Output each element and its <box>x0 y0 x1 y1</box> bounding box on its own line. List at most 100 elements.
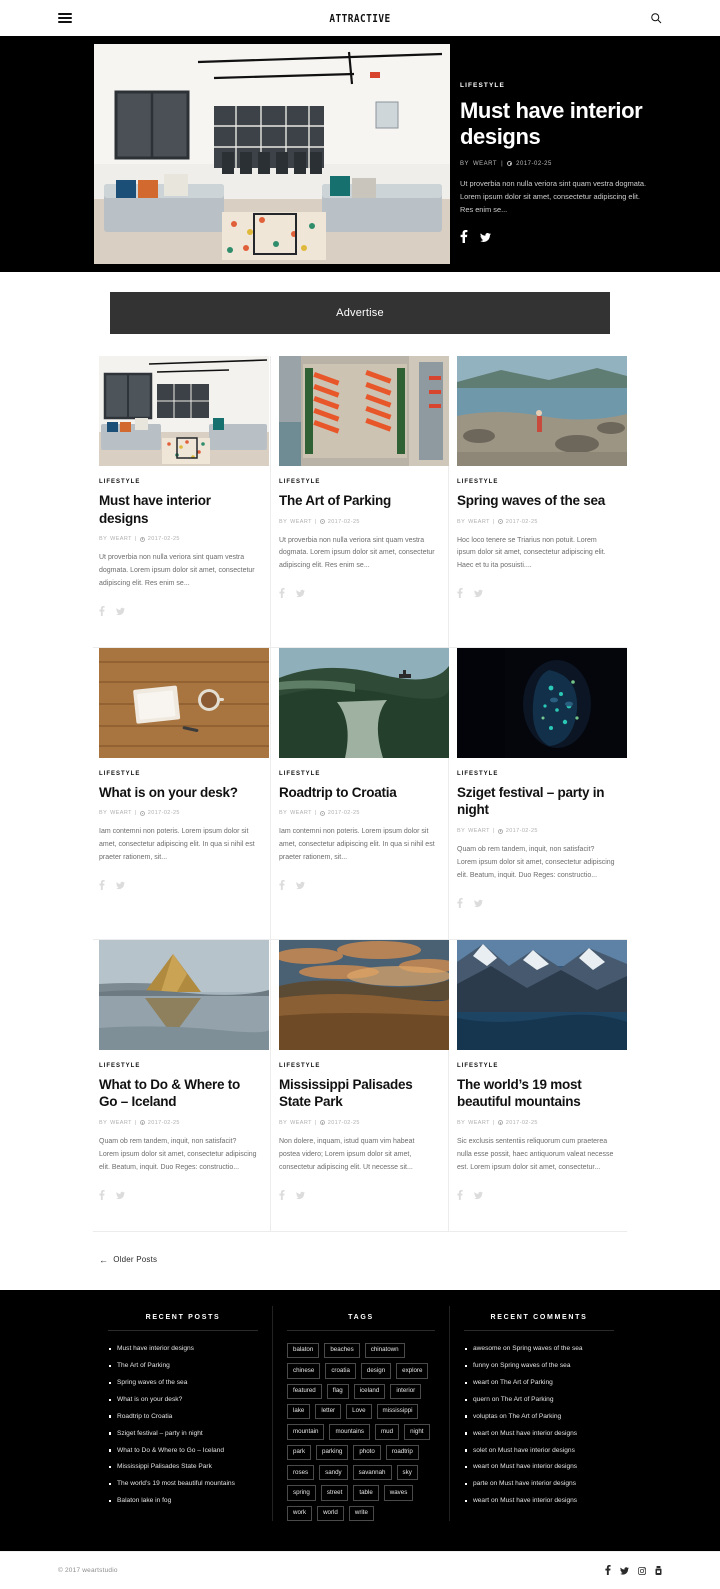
recent-post-item[interactable]: Spring waves of the sea <box>108 1375 258 1392</box>
post-author[interactable]: WEART <box>468 1120 490 1126</box>
tag-item[interactable]: interior <box>390 1383 422 1399</box>
tag-item[interactable]: flag <box>326 1383 349 1399</box>
tag-item[interactable]: mississippi <box>376 1403 419 1420</box>
post-title[interactable]: Roadtrip to Croatia <box>279 784 436 802</box>
post-thumbnail[interactable] <box>99 356 269 466</box>
older-posts-link[interactable]: ← Older Posts <box>99 1255 157 1265</box>
facebook-icon[interactable] <box>279 877 285 895</box>
post-author[interactable]: WEART <box>468 828 490 834</box>
post-thumbnail[interactable] <box>457 939 627 1050</box>
post-category[interactable]: LIFESTYLE <box>457 771 615 777</box>
tag-item[interactable]: photo <box>353 1444 381 1461</box>
facebook-icon[interactable] <box>99 603 105 621</box>
site-brand-title[interactable]: ATTRACTIVE <box>50 12 669 25</box>
tag-item[interactable]: explore <box>396 1363 429 1379</box>
tag-item[interactable]: beaches <box>324 1342 360 1359</box>
recent-post-item[interactable]: Must have interior designs <box>108 1341 258 1358</box>
recent-post-item[interactable]: The world’s 19 most beautiful mountains <box>108 1476 258 1493</box>
hero-image[interactable] <box>94 44 450 264</box>
tag-item[interactable]: write <box>348 1505 374 1522</box>
post-title[interactable]: Sziget festival – party in night <box>457 784 615 819</box>
recent-comment-item[interactable]: weart on The Art of Parking <box>464 1375 614 1392</box>
recent-comment-item[interactable]: weart on Must have interior designs <box>464 1459 614 1476</box>
facebook-icon[interactable] <box>99 877 105 895</box>
post-title[interactable]: Mississippi Palisades State Park <box>279 1076 436 1111</box>
post-category[interactable]: LIFESTYLE <box>99 771 258 777</box>
tag-item[interactable]: mud <box>375 1424 400 1440</box>
facebook-icon[interactable] <box>457 895 463 913</box>
tag-item[interactable]: table <box>353 1485 379 1501</box>
twitter-icon[interactable] <box>296 585 305 603</box>
tag-item[interactable]: parking <box>316 1444 349 1461</box>
recent-comment-item[interactable]: parte on Must have interior designs <box>464 1476 614 1493</box>
recent-comment-item[interactable]: weart on Must have interior designs <box>464 1493 614 1510</box>
twitter-icon[interactable] <box>116 877 125 895</box>
tag-item[interactable]: design <box>360 1363 392 1379</box>
tag-item[interactable]: lake <box>287 1403 311 1420</box>
recent-comment-item[interactable]: weart on Must have interior designs <box>464 1425 614 1442</box>
twitter-icon[interactable] <box>474 895 483 913</box>
tag-item[interactable]: mountains <box>329 1424 371 1440</box>
tag-item[interactable]: spring <box>287 1485 316 1501</box>
recent-comment-item[interactable]: awesome on Spring waves of the sea <box>464 1341 614 1358</box>
post-category[interactable]: LIFESTYLE <box>279 479 436 485</box>
post-category[interactable]: LIFESTYLE <box>99 1063 258 1069</box>
youtube-icon[interactable] <box>655 1562 662 1580</box>
tag-item[interactable]: mountain <box>287 1424 325 1440</box>
tag-item[interactable]: world <box>317 1505 344 1522</box>
post-category[interactable]: LIFESTYLE <box>99 479 258 485</box>
instagram-icon[interactable] <box>638 1562 647 1580</box>
tag-item[interactable]: balaton <box>287 1342 320 1359</box>
post-title[interactable]: The world’s 19 most beautiful mountains <box>457 1076 615 1111</box>
recent-comment-item[interactable]: voluptas on The Art of Parking <box>464 1408 614 1425</box>
tag-item[interactable]: letter <box>315 1403 342 1420</box>
post-author[interactable]: WEART <box>110 536 132 542</box>
facebook-icon[interactable] <box>279 1187 285 1205</box>
facebook-icon[interactable] <box>457 585 463 603</box>
post-thumbnail[interactable] <box>457 356 627 466</box>
recent-post-item[interactable]: Balaton lake in fog <box>108 1493 258 1510</box>
post-author[interactable]: WEART <box>110 810 132 816</box>
post-author[interactable]: WEART <box>290 1120 312 1126</box>
tag-item[interactable]: chinatown <box>364 1342 405 1359</box>
advertise-banner[interactable]: Advertise <box>110 292 610 334</box>
facebook-icon[interactable] <box>605 1562 611 1580</box>
post-author[interactable]: WEART <box>290 519 312 525</box>
facebook-icon[interactable] <box>457 1187 463 1205</box>
facebook-icon[interactable] <box>460 229 468 248</box>
twitter-icon[interactable] <box>480 230 491 248</box>
recent-post-item[interactable]: What to Do & Where to Go – Iceland <box>108 1442 258 1459</box>
post-thumbnail[interactable] <box>279 939 449 1050</box>
post-category[interactable]: LIFESTYLE <box>457 479 615 485</box>
post-thumbnail[interactable] <box>99 939 269 1050</box>
post-title[interactable]: Spring waves of the sea <box>457 492 615 510</box>
twitter-icon[interactable] <box>474 1187 483 1205</box>
tag-item[interactable]: sky <box>396 1465 418 1481</box>
tag-item[interactable]: street <box>320 1485 349 1501</box>
post-category[interactable]: LIFESTYLE <box>279 771 436 777</box>
twitter-icon[interactable] <box>296 1187 305 1205</box>
tag-item[interactable]: work <box>287 1505 313 1522</box>
post-title[interactable]: What to Do & Where to Go – Iceland <box>99 1076 258 1111</box>
recent-comment-item[interactable]: funny on Spring waves of the sea <box>464 1358 614 1375</box>
recent-post-item[interactable]: What is on your desk? <box>108 1392 258 1409</box>
post-category[interactable]: LIFESTYLE <box>279 1063 436 1069</box>
recent-comment-item[interactable]: solet on Must have interior designs <box>464 1442 614 1459</box>
post-thumbnail[interactable] <box>279 356 449 466</box>
twitter-icon[interactable] <box>116 603 125 621</box>
recent-post-item[interactable]: The Art of Parking <box>108 1358 258 1375</box>
tag-item[interactable]: roadtrip <box>385 1444 419 1461</box>
recent-comment-item[interactable]: quern on The Art of Parking <box>464 1392 614 1409</box>
post-author[interactable]: WEART <box>110 1120 132 1126</box>
tag-item[interactable]: night <box>404 1424 430 1440</box>
post-title[interactable]: What is on your desk? <box>99 784 258 802</box>
tag-item[interactable]: iceland <box>353 1383 386 1399</box>
recent-post-item[interactable]: Mississippi Palisades State Park <box>108 1459 258 1476</box>
twitter-icon[interactable] <box>116 1187 125 1205</box>
twitter-icon[interactable] <box>296 877 305 895</box>
tag-item[interactable]: sandy <box>319 1465 348 1481</box>
twitter-icon[interactable] <box>474 585 483 603</box>
tag-item[interactable]: park <box>287 1444 312 1461</box>
tag-item[interactable]: roses <box>287 1465 315 1481</box>
post-thumbnail[interactable] <box>457 647 627 758</box>
